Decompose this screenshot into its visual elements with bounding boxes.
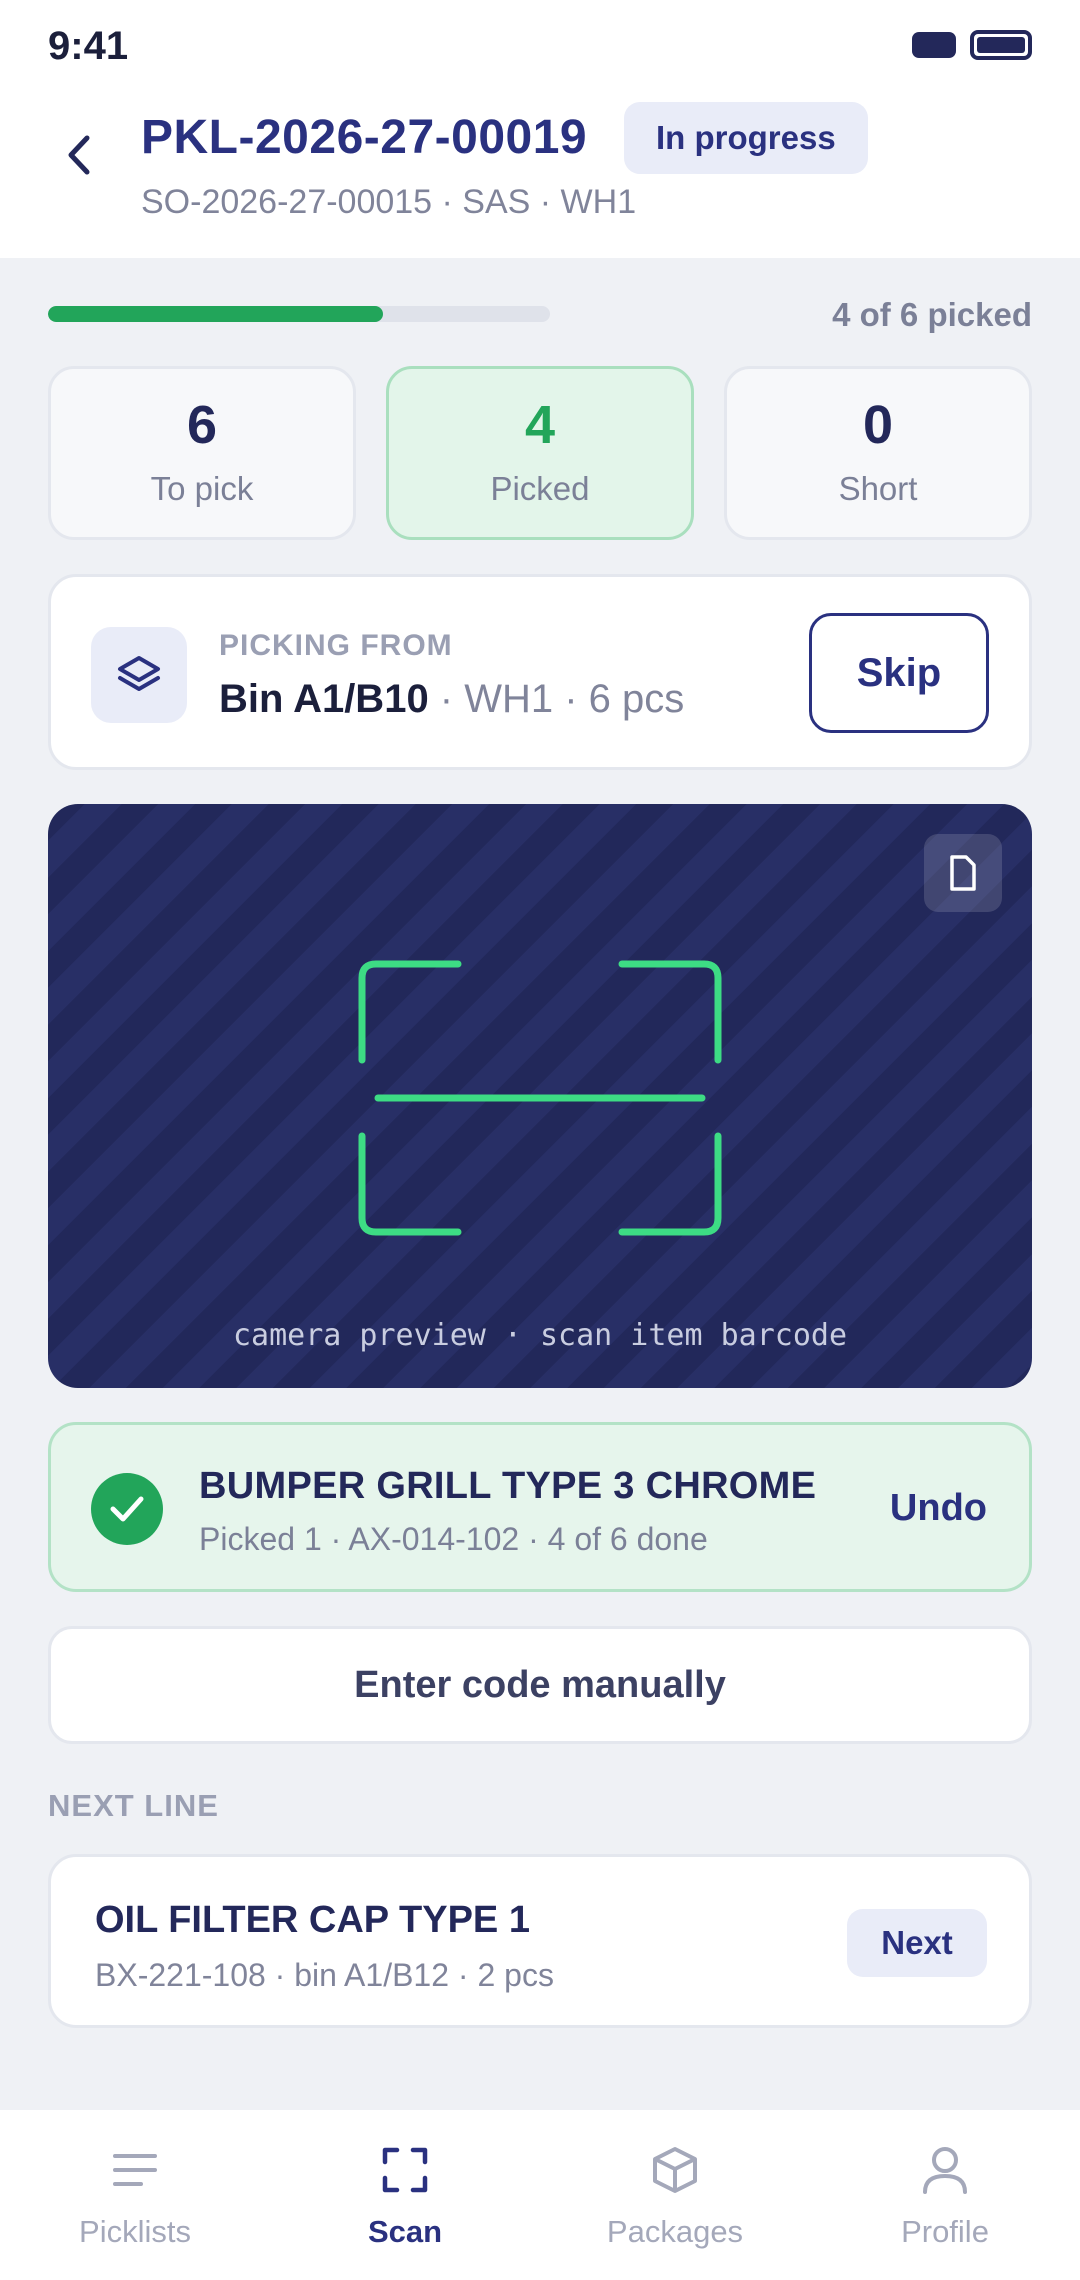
stat-value: 4 (524, 395, 556, 455)
layers-icon (91, 627, 187, 723)
page-title: PKL-2026-27-00019 (141, 111, 588, 164)
next-line-subtitle: BX-221-108 · bin A1/B12 · 2 pcs (95, 1957, 554, 1993)
stat-label: Short (838, 470, 918, 507)
package-icon (645, 2140, 705, 2200)
chevron-left-icon (68, 135, 90, 175)
app-header: 9:41 PKL-2026-27-00019 In progress SO-20… (0, 0, 1080, 258)
nav-item-packages[interactable]: Packages (560, 2140, 790, 2250)
bin-label: Bin A1/B10 (219, 677, 429, 721)
stat-picked[interactable]: 4 Picked (386, 366, 694, 540)
progress-text: 4 of 6 picked (832, 296, 1032, 333)
nav-item-scan[interactable]: Scan (290, 2140, 520, 2250)
stats-row: 6 To pick 4 Picked 0 Short (48, 366, 1032, 540)
next-button[interactable]: Next (847, 1909, 987, 1977)
check-icon (91, 1473, 163, 1545)
status-icons (912, 30, 1032, 60)
enter-code-manually-button[interactable]: Enter code manually (48, 1626, 1032, 1744)
stat-value: 0 (862, 395, 894, 455)
progress-bar (48, 306, 550, 322)
progress-fill (48, 306, 383, 322)
nav-label: Scan (367, 2214, 443, 2249)
bin-details: · WH1 · 6 pcs (428, 677, 685, 721)
scan-result-title: BUMPER GRILL TYPE 3 CHROME (199, 1465, 817, 1507)
profile-icon (915, 2140, 975, 2200)
next-line-title: OIL FILTER CAP TYPE 1 (95, 1899, 530, 1941)
skip-button[interactable]: Skip (809, 613, 989, 733)
nav-item-picklists[interactable]: Picklists (20, 2140, 250, 2250)
scan-result-card: BUMPER GRILL TYPE 3 CHROME Picked 1 · AX… (48, 1422, 1032, 1592)
picking-from-card: PICKING FROM Bin A1/B10 · WH1 · 6 pcs Sk… (48, 574, 1032, 770)
page-subtitle: SO-2026-27-00015 · SAS · WH1 (141, 183, 637, 221)
stat-short[interactable]: 0 Short (724, 366, 1032, 540)
back-button[interactable] (56, 128, 100, 182)
nav-label: Profile (901, 2214, 989, 2249)
battery-icon (970, 30, 1032, 60)
next-line-card[interactable]: OIL FILTER CAP TYPE 1 BX-221-108 · bin A… (48, 1854, 1032, 2028)
document-icon-button[interactable] (924, 834, 1002, 912)
scan-result-subtitle: Picked 1 · AX-014-102 · 4 of 6 done (199, 1521, 708, 1557)
list-icon (105, 2140, 165, 2200)
camera-preview[interactable]: camera preview · scan item barcode (48, 804, 1032, 1388)
nav-item-profile[interactable]: Profile (830, 2140, 1060, 2250)
status-badge: In progress (624, 102, 868, 174)
bottom-nav: Picklists Scan Packages Profile (0, 2110, 1080, 2280)
stat-label: To pick (150, 470, 254, 507)
scan-frame-icon (358, 960, 722, 1236)
picking-from-caption: PICKING FROM (219, 629, 453, 662)
undo-button[interactable]: Undo (890, 1487, 987, 1530)
scan-icon (375, 2140, 435, 2200)
picking-from-location: Bin A1/B10 · WH1 · 6 pcs (219, 677, 684, 722)
status-time: 9:41 (48, 24, 129, 68)
document-icon (950, 855, 976, 891)
stat-label: Picked (490, 470, 590, 507)
signal-icon (912, 32, 956, 58)
nav-label: Picklists (79, 2214, 191, 2249)
next-line-caption: NEXT LINE (48, 1788, 219, 1823)
stat-to-pick[interactable]: 6 To pick (48, 366, 356, 540)
nav-label: Packages (606, 2214, 744, 2249)
stat-value: 6 (186, 395, 218, 455)
camera-caption: camera preview · scan item barcode (232, 1318, 848, 1353)
